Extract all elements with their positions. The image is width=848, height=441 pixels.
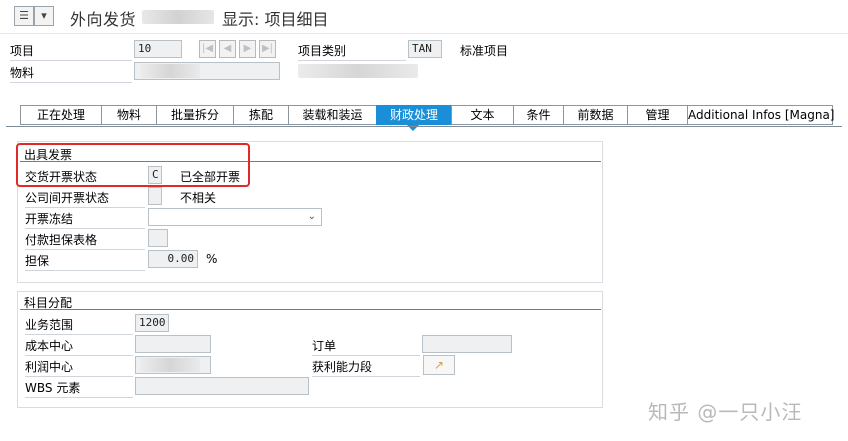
guarantee-underline xyxy=(25,270,145,271)
redacted-document-number xyxy=(142,10,214,24)
profitability-segment-label: 获利能力段 xyxy=(312,360,373,374)
item-label-underline xyxy=(10,60,132,61)
payment-guarantee-underline xyxy=(25,249,145,250)
payment-guarantee-field[interactable] xyxy=(148,229,168,247)
order-field[interactable] xyxy=(422,335,512,353)
tab-additional-infos[interactable]: Additional Infos [Magna] xyxy=(687,105,834,125)
order-label: 订单 xyxy=(312,339,337,353)
tab-batch-split[interactable]: 批量拆分 xyxy=(156,105,233,125)
business-area-label: 业务范围 xyxy=(25,318,74,332)
intercompany-billing-status-label: 公司间开票状态 xyxy=(25,191,110,205)
tab-material[interactable]: 物料 xyxy=(101,105,156,125)
intercompany-billing-status-description: 不相关 xyxy=(180,191,217,205)
tab-strip-baseline xyxy=(6,126,842,127)
window-title-prefix: 外向发货 xyxy=(70,10,137,29)
item-label: 项目 xyxy=(10,44,35,58)
title-bar: ☰ ▾ 外向发货 显示: 项目细目 xyxy=(0,0,848,34)
redacted-profit-center xyxy=(140,358,200,372)
item-category-label: 项目类别 xyxy=(298,44,347,58)
account-assignment-group-rule xyxy=(20,309,601,310)
profitability-segment-button[interactable]: ↗ xyxy=(423,355,455,375)
material-label-underline xyxy=(10,82,132,83)
profitability-segment-underline xyxy=(312,376,420,377)
redacted-material-number xyxy=(140,64,200,78)
item-category-description: 标准项目 xyxy=(460,44,509,58)
tab-conditions[interactable]: 条件 xyxy=(513,105,563,125)
business-area-field[interactable]: 1200 xyxy=(135,314,169,332)
item-category-field[interactable]: TAN xyxy=(408,40,442,58)
item-field[interactable]: 10 xyxy=(134,40,182,58)
material-label: 物料 xyxy=(10,66,35,80)
first-item-icon[interactable]: |◀ xyxy=(199,40,216,58)
cost-center-label: 成本中心 xyxy=(25,339,74,353)
wbs-element-field[interactable] xyxy=(135,377,309,395)
tab-processing[interactable]: 正在处理 xyxy=(20,105,101,125)
previous-item-icon[interactable]: ◀ xyxy=(219,40,236,58)
intercompany-billing-status-underline xyxy=(25,207,145,208)
cost-center-underline xyxy=(25,355,133,356)
tab-preceding-data[interactable]: 前数据 xyxy=(563,105,627,125)
tab-texts[interactable]: 文本 xyxy=(451,105,513,125)
profit-center-underline xyxy=(25,376,133,377)
next-item-icon[interactable]: ▶ xyxy=(239,40,256,58)
last-item-icon[interactable]: ▶| xyxy=(259,40,276,58)
window-title-suffix: 显示: 项目细目 xyxy=(222,10,329,29)
guarantee-field[interactable]: 0.00 xyxy=(148,250,198,268)
profit-center-label: 利润中心 xyxy=(25,360,74,374)
billing-block-select[interactable]: ⌄ xyxy=(148,208,322,226)
billing-block-underline xyxy=(25,228,145,229)
wbs-element-underline xyxy=(25,397,133,398)
redacted-material-description xyxy=(298,64,418,78)
guarantee-label: 担保 xyxy=(25,254,50,268)
chevron-down-icon: ⌄ xyxy=(307,211,316,222)
tab-financial-processing[interactable]: 财政处理 xyxy=(376,105,451,125)
payment-guarantee-label: 付款担保表格 xyxy=(25,233,98,247)
intercompany-billing-status-field[interactable] xyxy=(148,187,162,205)
tab-picking[interactable]: 拣配 xyxy=(233,105,288,125)
billing-block-label: 开票冻结 xyxy=(25,212,74,226)
menu-icon[interactable]: ☰ xyxy=(14,6,34,26)
wbs-element-label: WBS 元素 xyxy=(25,381,81,395)
annotation-highlight-box xyxy=(16,143,250,187)
watermark: 知乎 @一只小汪 xyxy=(648,400,803,424)
cost-center-field[interactable] xyxy=(135,335,211,353)
order-underline xyxy=(312,355,420,356)
tab-loading-shipment[interactable]: 装载和装运 xyxy=(288,105,376,125)
business-area-underline xyxy=(25,334,133,335)
item-category-label-underline xyxy=(298,60,406,61)
dropdown-icon[interactable]: ▾ xyxy=(34,6,54,26)
guarantee-unit: % xyxy=(206,252,218,266)
tab-administration[interactable]: 管理 xyxy=(627,105,687,125)
open-segment-icon: ↗ xyxy=(433,358,445,372)
